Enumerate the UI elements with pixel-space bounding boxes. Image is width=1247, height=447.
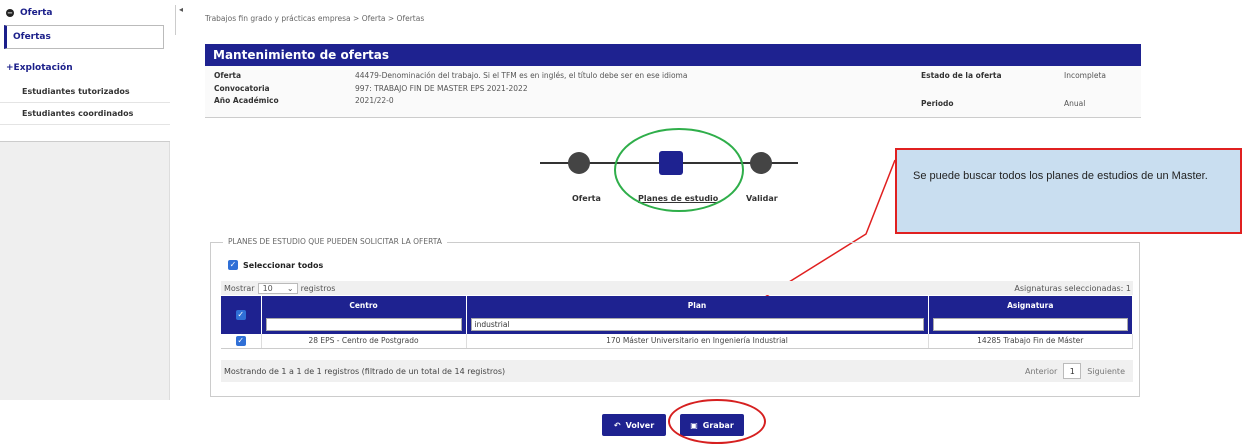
column-header-asignatura[interactable]: Asignatura xyxy=(928,296,1133,314)
registros-label: registros xyxy=(300,283,336,293)
filter-cell: industrial xyxy=(466,314,929,334)
page-size-select[interactable]: 10 ⌄ xyxy=(257,282,298,294)
planes-table: ✓ Centro Plan Asignatura industrial ✓ 28… xyxy=(221,296,1133,349)
collapse-icon: − xyxy=(6,8,14,17)
filter-centro-input[interactable] xyxy=(265,317,462,331)
checkbox-icon[interactable]: ✓ xyxy=(235,335,246,346)
annotation-callout: Se puede buscar todos los planes de estu… xyxy=(895,148,1242,234)
volver-button[interactable]: ↶ Volver xyxy=(602,414,666,436)
mostrar-label: Mostrar xyxy=(224,283,255,293)
oferta-label: Oferta xyxy=(214,71,242,80)
planes-legend: PLANES DE ESTUDIO QUE PUEDEN SOLICITAR L… xyxy=(223,237,447,246)
sidebar-section-oferta[interactable]: − Oferta xyxy=(0,0,170,25)
convocatoria-label: Convocatoria xyxy=(214,84,270,93)
step-oferta-label[interactable]: Oferta xyxy=(572,194,601,203)
select-all-label: Seleccionar todos xyxy=(243,260,324,270)
estado-label: Estado de la oferta xyxy=(921,71,1002,80)
header-checkbox-cell: ✓ xyxy=(221,296,262,334)
sidebar: − Oferta Ofertas + Explotación Estudiant… xyxy=(0,0,170,400)
prev-page-button[interactable]: Anterior xyxy=(1025,367,1057,376)
table-info: Mostrando de 1 a 1 de 1 registros (filtr… xyxy=(224,366,506,376)
anio-label: Año Académico xyxy=(214,96,279,105)
sidebar-toggle-icon[interactable]: ◂ xyxy=(175,5,187,35)
sidebar-section-label: Oferta xyxy=(20,7,53,18)
anio-value: 2021/22-0 xyxy=(355,96,394,105)
step-oferta-node[interactable] xyxy=(568,152,590,174)
filter-cell xyxy=(928,314,1133,334)
oferta-value: 44479-Denominación del trabajo. Si el TF… xyxy=(355,71,688,80)
volver-label: Volver xyxy=(625,420,655,430)
table-toolbar: Mostrar 10 ⌄ registros Asignaturas selecc… xyxy=(221,281,1133,295)
breadcrumb: Trabajos fin grado y prácticas empresa >… xyxy=(205,14,425,23)
select-all[interactable]: ✓ Seleccionar todos xyxy=(228,260,323,270)
table-row[interactable]: ✓ 28 EPS - Centro de Postgrado 170 Máste… xyxy=(221,334,1133,349)
checkbox-icon[interactable]: ✓ xyxy=(235,310,246,320)
sidebar-section-label: Explotación xyxy=(13,63,73,73)
chevron-down-icon: ⌄ xyxy=(286,283,294,293)
sidebar-menu: − Oferta Ofertas + Explotación Estudiant… xyxy=(0,0,170,142)
step-validar-label[interactable]: Validar xyxy=(746,194,778,203)
back-arrow-icon: ↶ xyxy=(613,420,621,430)
page-1-button[interactable]: 1 xyxy=(1063,363,1082,379)
sidebar-item-estudiantes-tutorizados[interactable]: Estudiantes tutorizados xyxy=(0,81,170,103)
next-page-button[interactable]: Siguiente xyxy=(1087,367,1125,376)
sidebar-item-estudiantes-coordinados[interactable]: Estudiantes coordinados xyxy=(0,103,170,125)
periodo-value: Anual xyxy=(1064,99,1086,108)
cell-asignatura: 14285 Trabajo Fin de Máster xyxy=(928,334,1133,349)
filter-asignatura-input[interactable] xyxy=(932,317,1128,331)
table-footer: Mostrando de 1 a 1 de 1 registros (filtr… xyxy=(221,360,1133,382)
convocatoria-value: 997: TRABAJO FIN DE MASTER EPS 2021-2022 xyxy=(355,84,528,93)
cell-plan: 170 Máster Universitario en Ingeniería I… xyxy=(466,334,929,349)
filter-cell xyxy=(261,314,467,334)
ofertas-panel: Mantenimiento de ofertas Oferta 44479-De… xyxy=(205,44,1141,118)
annotation-red-ellipse xyxy=(668,399,766,444)
planes-fieldset: PLANES DE ESTUDIO QUE PUEDEN SOLICITAR L… xyxy=(210,237,1140,397)
cell-centro: 28 EPS - Centro de Postgrado xyxy=(261,334,467,349)
sidebar-item-ofertas[interactable]: Ofertas xyxy=(4,25,164,49)
row-checkbox-cell: ✓ xyxy=(221,334,262,349)
column-header-centro[interactable]: Centro xyxy=(261,296,467,314)
annotation-green-ellipse xyxy=(614,128,744,212)
step-validar-node[interactable] xyxy=(750,152,772,174)
selected-count: Asignaturas seleccionadas: 1 xyxy=(1014,283,1131,293)
pagination: Anterior 1 Siguiente xyxy=(1025,363,1133,379)
page-size-value: 10 xyxy=(262,283,273,293)
filter-plan-input[interactable]: industrial xyxy=(470,317,924,331)
page-title: Mantenimiento de ofertas xyxy=(205,44,1141,66)
periodo-label: Periodo xyxy=(921,99,954,108)
sidebar-section-explotacion[interactable]: + Explotación xyxy=(0,55,170,81)
checkbox-icon[interactable]: ✓ xyxy=(228,260,238,270)
offer-info: Oferta 44479-Denominación del trabajo. S… xyxy=(205,66,1141,118)
column-header-plan[interactable]: Plan xyxy=(466,296,929,314)
expand-icon: + xyxy=(6,63,14,73)
estado-value: Incompleta xyxy=(1064,71,1106,80)
